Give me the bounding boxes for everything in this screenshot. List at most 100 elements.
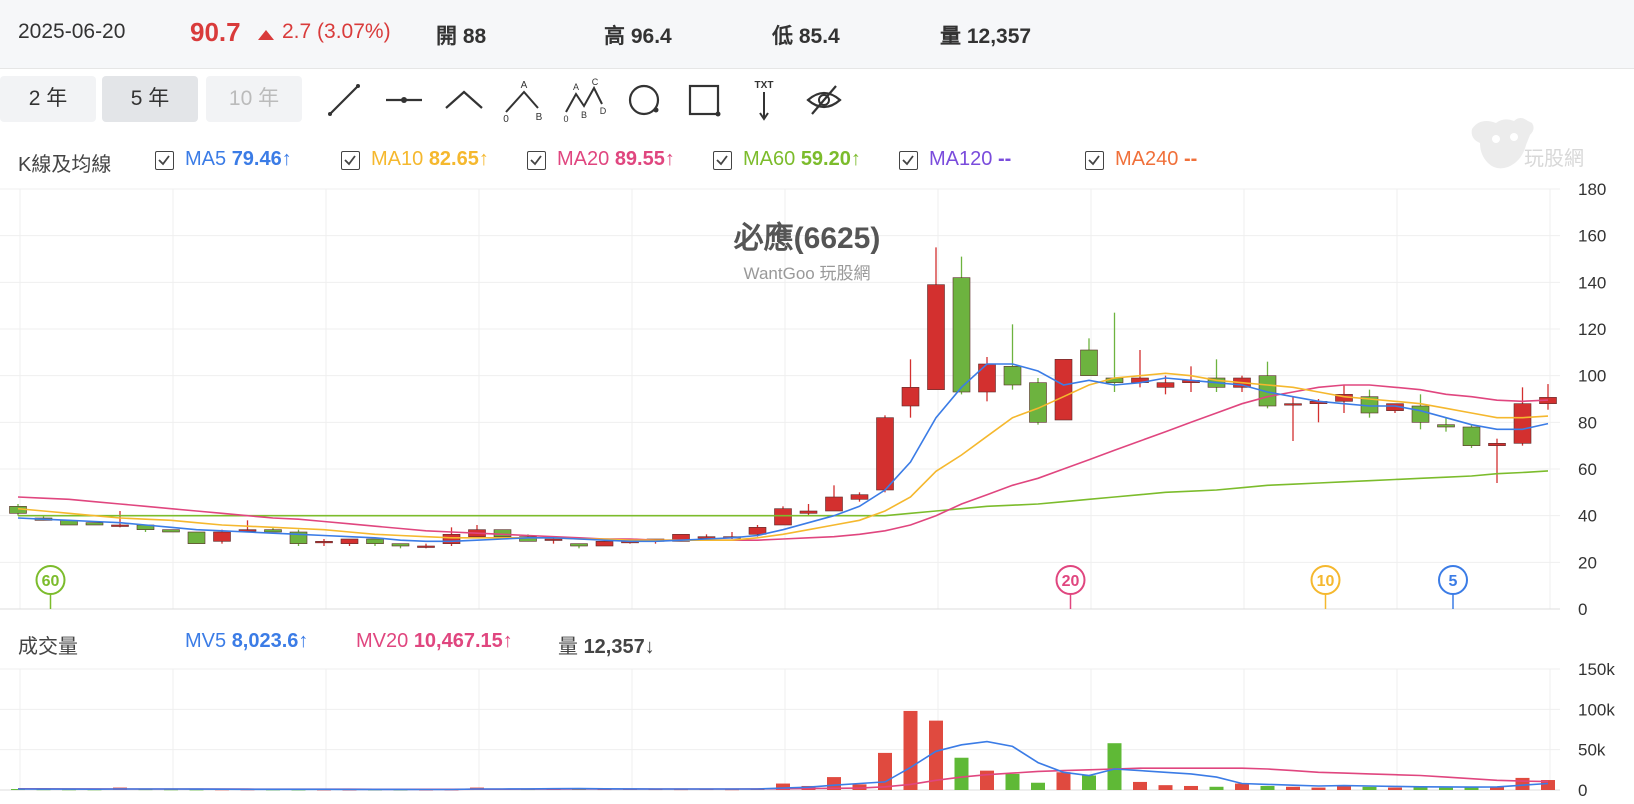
- candle-body: [748, 527, 767, 535]
- price-axis-tick: 40: [1578, 507, 1597, 526]
- volume-bar: [1413, 786, 1428, 790]
- quote-header: 2025-06-20 90.7 2.7 (3.07%) 開 88 高 96.4 …: [0, 0, 1634, 69]
- candle-body: [570, 543, 588, 547]
- candle-body: [1029, 382, 1047, 423]
- volume-bar: [1005, 773, 1020, 790]
- abcd-o-label: 0: [563, 114, 568, 122]
- ma120-checkbox[interactable]: [899, 151, 918, 170]
- text-arrow-icon[interactable]: TXT: [742, 78, 786, 122]
- volume-bar: [1362, 786, 1377, 790]
- rectangle-icon[interactable]: [682, 78, 726, 122]
- volume-bar: [113, 787, 127, 790]
- candle-body: [1411, 405, 1430, 423]
- line-icon[interactable]: [322, 78, 366, 122]
- abc-pattern-icon[interactable]: A B 0: [500, 78, 544, 122]
- ma240-checkbox[interactable]: [1085, 151, 1104, 170]
- hide-eye-icon[interactable]: [802, 78, 846, 122]
- volume-bar: [368, 789, 382, 791]
- candle-body: [850, 494, 869, 500]
- volume-bar: [419, 789, 433, 791]
- ma-period-marker-label: 60: [42, 573, 60, 590]
- volume-bar: [317, 789, 331, 791]
- legend-value: --: [1183, 148, 1198, 170]
- volume-bar: [291, 789, 306, 791]
- legend-name: MA10: [371, 148, 429, 170]
- ma20-checkbox[interactable]: [527, 151, 546, 170]
- legend-value: 89.55: [614, 148, 665, 170]
- volume-bar: [36, 789, 51, 791]
- candle-body: [111, 524, 129, 527]
- volume-bar: [903, 710, 918, 790]
- volume-bar: [138, 789, 153, 791]
- candle-body: [417, 545, 435, 548]
- candle-body: [1437, 424, 1455, 428]
- candle-body: [978, 363, 996, 393]
- candle-body: [213, 531, 231, 542]
- volume-bar: [1337, 785, 1351, 790]
- volume-bar: [1184, 785, 1198, 790]
- ma10-legend: MA10 82.65↑: [371, 148, 489, 171]
- candle-body: [901, 387, 920, 407]
- ma20-line: [17, 384, 1549, 542]
- abc-o-label: 0: [503, 114, 509, 122]
- candle-body: [927, 284, 945, 390]
- period-2y-button[interactable]: 2 年: [0, 76, 96, 122]
- volume-bar: [597, 789, 612, 791]
- legend-value: --: [997, 148, 1012, 170]
- ma10-checkbox[interactable]: [341, 151, 360, 170]
- horizontal-line-icon[interactable]: [382, 78, 426, 122]
- candle-body: [1462, 426, 1481, 446]
- volume-bar: [1031, 782, 1045, 790]
- volume-legend-item: MV20 10,467.15↑: [356, 630, 513, 653]
- abcd-pattern-icon[interactable]: A B C D 0: [562, 78, 606, 122]
- volume-bar: [62, 789, 76, 791]
- ma60-checkbox[interactable]: [713, 151, 732, 170]
- volume-bar: [1311, 787, 1326, 790]
- candle-body: [646, 538, 665, 542]
- volume-bar: [1133, 781, 1147, 790]
- candle-body: [1156, 382, 1175, 388]
- ma5-checkbox[interactable]: [155, 151, 174, 170]
- period-10y-button[interactable]: 10 年: [206, 76, 302, 122]
- candle-body: [238, 529, 257, 532]
- wantgoo-logo: 玩股網: [1471, 118, 1584, 170]
- volume-bar: [648, 789, 663, 791]
- volume-legend-title: 成交量: [18, 636, 78, 658]
- ma10-line: [17, 372, 1549, 542]
- abcd-b-label: B: [581, 110, 587, 120]
- trend-arrow-icon: ↑: [850, 148, 861, 170]
- candle-body: [289, 531, 308, 544]
- candle-body: [1539, 397, 1557, 404]
- angle-line-icon[interactable]: [442, 78, 486, 122]
- ma5-legend: MA5 79.46↑: [185, 148, 292, 171]
- candle-body: [34, 517, 53, 521]
- candle-body: [1207, 377, 1226, 388]
- trend-arrow-icon: ↑: [478, 148, 489, 170]
- volume-bar: [495, 788, 510, 790]
- volume-bar: [776, 783, 790, 790]
- volume-bar: [623, 788, 637, 790]
- circle-icon[interactable]: [622, 78, 666, 122]
- candle-body: [876, 417, 894, 491]
- legend-value: 8,023.6: [231, 630, 299, 652]
- volume-bar: [189, 789, 204, 791]
- volume-bar: [215, 789, 229, 791]
- volume-bar: [240, 789, 255, 791]
- volume-bar: [1388, 787, 1402, 790]
- trend-arrow-icon: ↓: [644, 636, 655, 658]
- legend-value: 79.46: [231, 148, 282, 170]
- quote-high: 高 96.4: [604, 25, 672, 48]
- legend-name: MA240: [1115, 148, 1184, 170]
- mv5-line: [17, 740, 1549, 791]
- legend-value: 12,357: [583, 636, 645, 658]
- candle-body: [1335, 394, 1353, 402]
- volume-axis-tick: 0: [1578, 781, 1587, 800]
- volume-bar: [521, 789, 535, 791]
- volume-axis-tick: 150k: [1578, 660, 1615, 679]
- ma-period-marker-label: 10: [1317, 573, 1335, 590]
- abcd-c-label: C: [592, 78, 599, 87]
- candle-body: [799, 510, 818, 514]
- period-5y-button[interactable]: 5 年: [102, 76, 198, 122]
- candle-body: [1105, 377, 1124, 383]
- txt-label: TXT: [755, 80, 774, 91]
